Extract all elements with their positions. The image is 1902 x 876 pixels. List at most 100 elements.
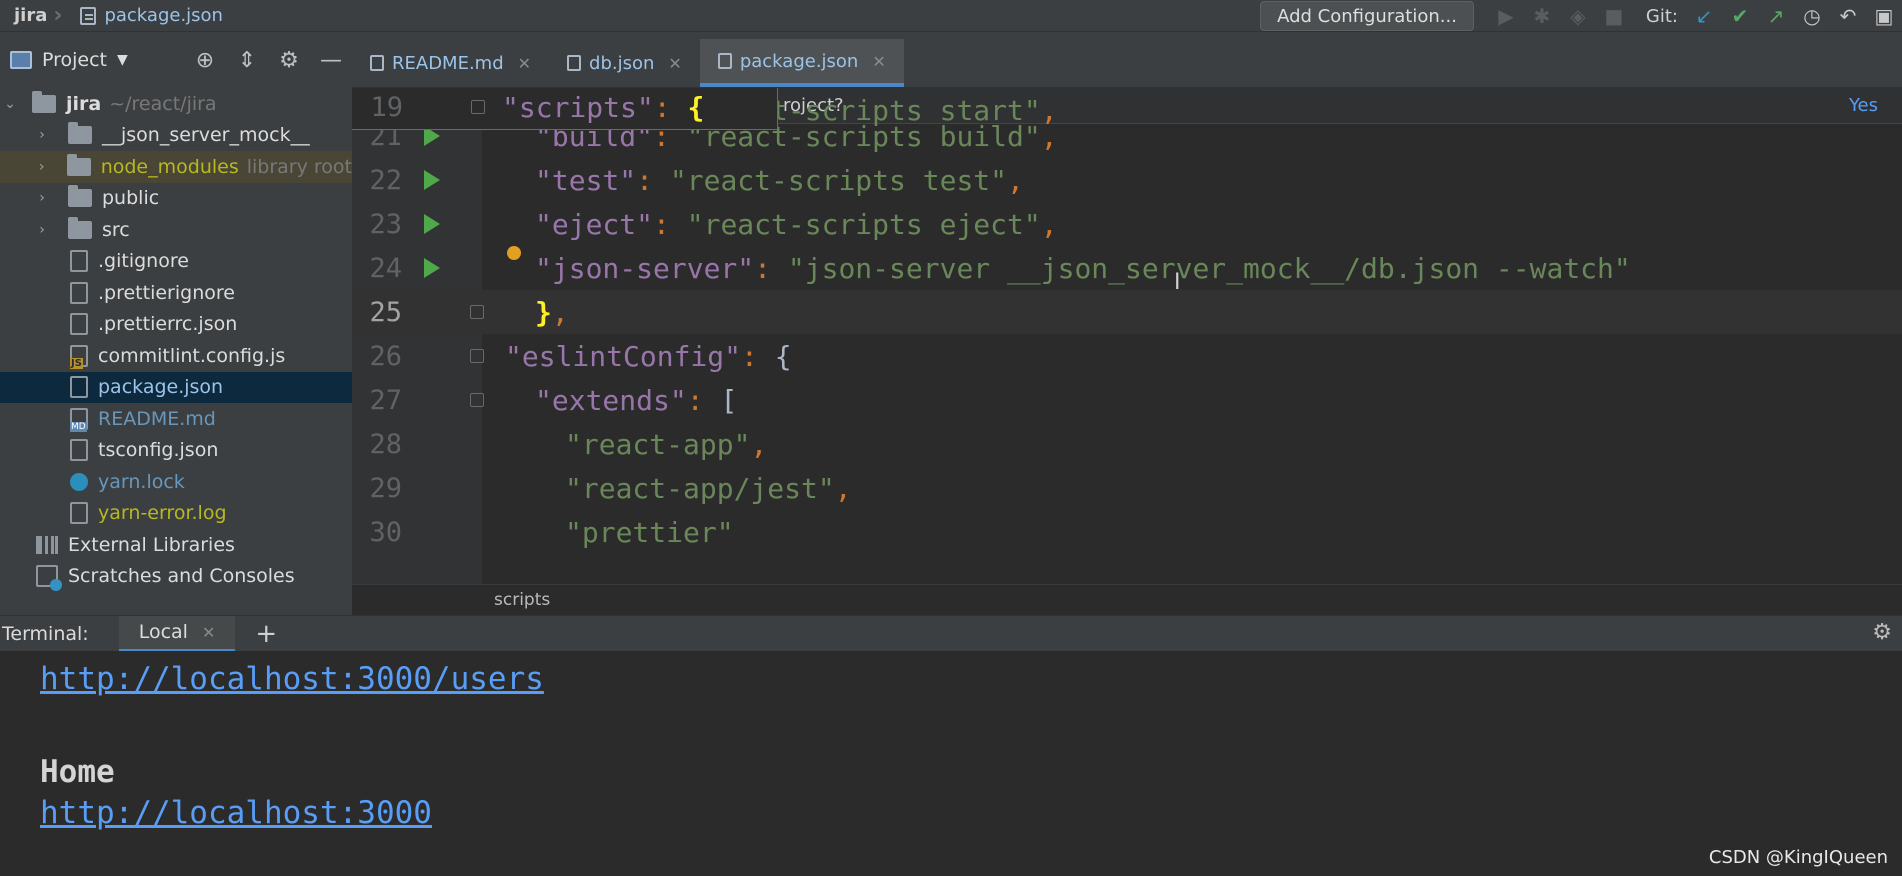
close-icon[interactable]: ✕ bbox=[202, 623, 215, 642]
hide-icon[interactable]: — bbox=[310, 48, 352, 73]
line-number: 27 bbox=[369, 384, 402, 416]
line-number: 23 bbox=[369, 208, 402, 240]
watermark: CSDN @KingIQueen bbox=[1708, 847, 1888, 868]
json-file-icon bbox=[70, 313, 88, 336]
close-icon[interactable]: ✕ bbox=[518, 54, 531, 73]
tree-item-file[interactable]: README.md bbox=[0, 403, 352, 435]
ide-window: jira › package.json Add Configuration...… bbox=[0, 0, 1902, 876]
log-file-icon bbox=[70, 502, 88, 525]
tree-item-folder[interactable]: › public bbox=[0, 183, 352, 215]
chevron-down-icon[interactable]: ▼ bbox=[117, 52, 128, 68]
tab-package-json[interactable]: package.json ✕ bbox=[699, 39, 904, 87]
run-script-icon[interactable] bbox=[424, 258, 440, 278]
stop-icon[interactable]: ■ bbox=[1596, 0, 1632, 32]
code-line: 23 "eject": "react-scripts eject", bbox=[352, 202, 1902, 246]
chevron-right-icon[interactable]: › bbox=[32, 127, 52, 143]
markdown-file-icon bbox=[370, 55, 384, 71]
folder-icon bbox=[32, 90, 56, 113]
collapse-all-icon[interactable]: ⇕ bbox=[226, 48, 268, 73]
tree-item-scratches[interactable]: Scratches and Consoles bbox=[0, 561, 352, 593]
line-number: 24 bbox=[369, 252, 402, 284]
chevron-right-icon[interactable]: › bbox=[32, 190, 52, 206]
tree-item-label: node_modules bbox=[100, 155, 239, 178]
json-brace: { bbox=[687, 90, 705, 124]
rollback-icon[interactable]: ↶ bbox=[1830, 0, 1866, 32]
chevron-down-icon[interactable]: ⌄ bbox=[0, 96, 20, 112]
terminal-tab-local[interactable]: Local ✕ bbox=[118, 615, 236, 652]
chevron-right-icon[interactable]: › bbox=[32, 222, 52, 238]
json-string: "react-scripts test" bbox=[669, 163, 1008, 197]
file-icon bbox=[70, 281, 88, 304]
tree-item-folder[interactable]: › src bbox=[0, 214, 352, 246]
tree-item-file[interactable]: yarn.lock bbox=[0, 466, 352, 498]
chevron-right-icon[interactable]: › bbox=[32, 159, 51, 175]
fold-icon[interactable] bbox=[471, 100, 485, 114]
tree-item-file[interactable]: commitlint.config.js bbox=[0, 340, 352, 372]
git-update-icon[interactable]: ↙ bbox=[1686, 0, 1722, 32]
run-icon[interactable]: ▶ bbox=[1488, 0, 1524, 32]
tree-item-file[interactable]: tsconfig.json bbox=[0, 435, 352, 467]
tree-item-folder[interactable]: › __json_server_mock__ bbox=[0, 120, 352, 152]
git-commit-icon[interactable]: ✔ bbox=[1722, 0, 1758, 32]
gear-icon[interactable]: ⚙ bbox=[268, 48, 310, 73]
terminal-output[interactable]: http://localhost:3000/users Home http://… bbox=[0, 651, 1902, 876]
code-editor[interactable]: roject? Yes 19 "scripts": { 20 "start": … bbox=[352, 88, 1902, 584]
folder-icon bbox=[68, 216, 92, 239]
tree-item-file[interactable]: .prettierignore bbox=[0, 277, 352, 309]
json-file-icon bbox=[80, 6, 97, 25]
presentation-icon[interactable]: ▣ bbox=[1866, 0, 1902, 32]
json-comma: , bbox=[750, 427, 768, 461]
debug-icon[interactable]: ✱ bbox=[1524, 0, 1560, 32]
add-terminal-icon[interactable]: + bbox=[255, 619, 277, 649]
lightbulb-icon[interactable] bbox=[507, 246, 521, 260]
terminal-link-home[interactable]: http://localhost:3000 bbox=[40, 795, 432, 831]
tree-item-label: External Libraries bbox=[68, 533, 235, 556]
json-key: "test" bbox=[535, 163, 637, 197]
tree-item-file[interactable]: .gitignore bbox=[0, 246, 352, 278]
locate-icon[interactable]: ⊕ bbox=[184, 48, 226, 73]
json-colon: : bbox=[653, 90, 688, 124]
tab-db-json[interactable]: db.json ✕ bbox=[549, 39, 700, 87]
close-icon[interactable]: ✕ bbox=[872, 52, 885, 71]
breadcrumb-item[interactable]: scripts bbox=[494, 590, 550, 610]
history-icon[interactable]: ◷ bbox=[1794, 0, 1830, 32]
gear-icon[interactable]: ⚙ bbox=[1872, 620, 1892, 645]
tree-item-folder[interactable]: › node_modules library root bbox=[0, 151, 352, 183]
run-script-icon[interactable] bbox=[424, 214, 440, 234]
add-configuration-button[interactable]: Add Configuration... bbox=[1260, 1, 1474, 31]
tab-label: package.json bbox=[739, 50, 859, 72]
tree-item-label: .prettierrc.json bbox=[98, 313, 238, 336]
code-line: 22 "test": "react-scripts test", bbox=[352, 158, 1902, 202]
json-file-icon bbox=[70, 439, 88, 462]
project-view-selector[interactable]: Project bbox=[42, 49, 107, 71]
folder-icon bbox=[67, 153, 91, 176]
code-line: 28 "react-app", bbox=[352, 422, 1902, 466]
tab-label: db.json bbox=[589, 52, 655, 74]
project-panel-header: Project ▼ ⊕ ⇕ ⚙ — bbox=[0, 32, 352, 88]
json-key: "extends" bbox=[535, 383, 687, 417]
git-label: Git: bbox=[1645, 5, 1678, 27]
tree-item-root[interactable]: ⌄ jira ~/react/jira bbox=[0, 88, 352, 120]
fold-icon[interactable] bbox=[470, 349, 484, 363]
coverage-icon[interactable]: ◈ bbox=[1560, 0, 1596, 32]
git-push-icon[interactable]: ↗ bbox=[1758, 0, 1794, 32]
tree-item-file[interactable]: yarn-error.log bbox=[0, 498, 352, 530]
project-icon bbox=[10, 51, 32, 69]
tree-item-label: Scratches and Consoles bbox=[68, 565, 295, 588]
json-bracket: [ bbox=[720, 383, 738, 417]
json-string: "react-scripts eject" bbox=[686, 207, 1041, 241]
tree-item-external-libraries[interactable]: External Libraries bbox=[0, 529, 352, 561]
line-number: 28 bbox=[369, 428, 402, 460]
breadcrumb-file[interactable]: package.json bbox=[74, 0, 229, 32]
tree-item-file[interactable]: .prettierrc.json bbox=[0, 309, 352, 341]
close-icon[interactable]: ✕ bbox=[668, 54, 681, 73]
terminal-link-users[interactable]: http://localhost:3000/users bbox=[40, 661, 544, 697]
navigation-bar: jira › package.json Add Configuration...… bbox=[0, 0, 1902, 32]
fold-icon[interactable] bbox=[470, 393, 484, 407]
breadcrumb-project[interactable]: jira › bbox=[0, 0, 74, 32]
run-script-icon[interactable] bbox=[424, 170, 440, 190]
tree-item-file-selected[interactable]: package.json bbox=[0, 371, 352, 403]
tab-readme[interactable]: README.md ✕ bbox=[352, 39, 549, 87]
fold-icon[interactable] bbox=[470, 305, 484, 319]
tab-label: README.md bbox=[392, 52, 504, 74]
